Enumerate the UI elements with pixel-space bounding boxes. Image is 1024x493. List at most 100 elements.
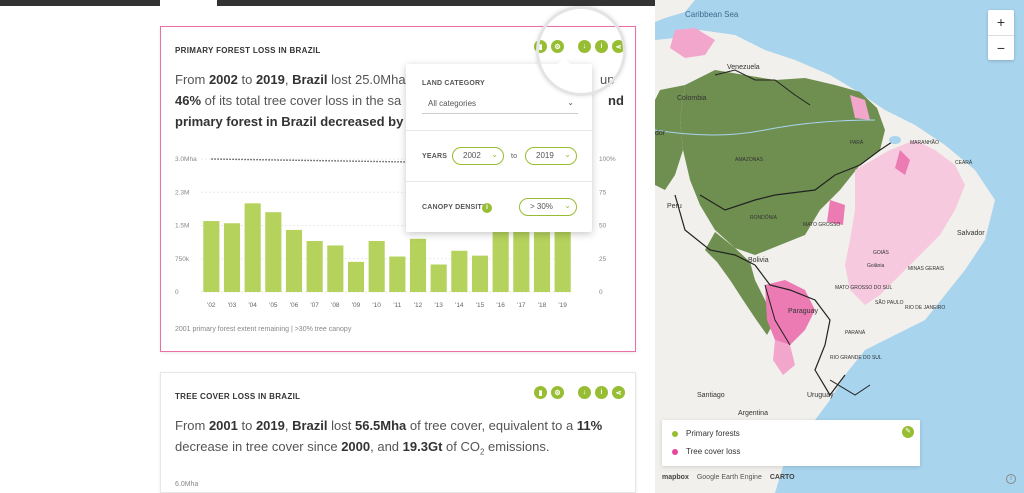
land-category-label: LAND CATEGORY (422, 80, 485, 87)
map-label-venezuela: Venezuela (727, 64, 760, 71)
years-to-label: to (511, 153, 518, 160)
map-label-bolivia: Bolivia (748, 257, 769, 264)
chart-bar[interactable] (554, 227, 571, 292)
widget-title: TREE COVER LOSS IN BRAZIL (175, 392, 301, 401)
map-label-argentina: Argentina (738, 410, 768, 417)
map-label-sao-paulo: SÃO PAULO (875, 300, 904, 306)
map-layer-icon[interactable]: ▮ (534, 386, 547, 399)
share-icon[interactable]: ⋖ (612, 386, 625, 399)
chevron-down-icon: ⌄ (491, 150, 498, 159)
chart-footnote: 2001 primary forest extent remaining | >… (175, 326, 352, 333)
map-label-rgs: RIO GRANDE DO SUL (830, 355, 882, 361)
map-label-rio: RIO DE JANEIRO (905, 305, 946, 311)
chart-bar[interactable] (533, 232, 551, 292)
map-label-maranhao: MARANHÃO (910, 140, 939, 146)
map-label-parana: PARANÁ (845, 330, 866, 336)
chart-bar[interactable] (265, 212, 282, 292)
x-tick-label: '13 (434, 302, 443, 309)
google-earth-engine-credit: Google Earth Engine (696, 474, 762, 481)
chevron-down-icon: ⌄ (564, 201, 571, 210)
widget-title: PRIMARY FOREST LOSS IN BRAZIL (175, 46, 321, 55)
mapbox-logo: mapbox (662, 474, 689, 481)
map-label-salvador: Salvador (957, 230, 985, 237)
map-label-uruguay: Uruguay (807, 392, 834, 399)
chevron-down-icon: ⌄ (564, 150, 571, 159)
map-label-caribbean: Caribbean Sea (685, 10, 739, 19)
map-legend: Primary forests Tree cover loss ✎ (662, 420, 920, 466)
top-nav-strip-left (0, 0, 160, 6)
map-info-icon[interactable]: i (1006, 474, 1016, 484)
x-tick-label: '16 (496, 302, 505, 309)
y-right-tick-label: 25 (599, 256, 607, 263)
map-label-mato-grosso: MATO GROSSO (803, 222, 841, 228)
y-right-tick-label: 50 (599, 223, 607, 230)
x-tick-label: '08 (331, 302, 340, 309)
legend-settings-icon[interactable]: ✎ (902, 426, 914, 438)
tree-cover-loss-widget: TREE COVER LOSS IN BRAZIL ▮ ⚙ ↓ i ⋖ From… (160, 372, 636, 493)
x-tick-label: '11 (393, 302, 401, 309)
map-label-goiania: Goiânia (867, 263, 885, 269)
y-left-tick-label: 3.0Mha (175, 156, 197, 163)
chart-bar[interactable] (430, 264, 447, 292)
year-from-select[interactable]: 2002 ⌄ (452, 147, 504, 165)
x-tick-label: '12 (414, 302, 423, 309)
y-left-tick-label: 1.5M (175, 223, 189, 230)
x-tick-label: '05 (269, 302, 278, 309)
canopy-info-icon[interactable]: i (482, 203, 492, 213)
map-label-colombia: Colombia (677, 95, 707, 102)
chart-bar[interactable] (203, 221, 220, 292)
top-nav-strip-right (217, 0, 655, 6)
info-icon[interactable]: i (595, 386, 608, 399)
carto-logo: CARTO (769, 474, 795, 481)
x-tick-label: '04 (248, 302, 257, 309)
x-tick-label: '07 (310, 302, 319, 309)
chart-bar[interactable] (389, 256, 406, 292)
canopy-density-select[interactable]: > 30% ⌄ (519, 198, 577, 216)
x-tick-label: '10 (372, 302, 381, 309)
legend-dot-icon (672, 448, 678, 455)
map-label-amazonas: AMAZONAS (735, 157, 764, 163)
x-tick-label: '19 (558, 302, 567, 309)
y-left-tick-label: 2.3M (175, 189, 189, 196)
zoom-out-button[interactable]: − (988, 35, 1014, 60)
x-tick-label: '15 (476, 302, 485, 309)
x-tick-label: '06 (290, 302, 299, 309)
y-axis-top-tick: 6.0Mha (175, 481, 199, 488)
chart-bar[interactable] (471, 255, 489, 292)
y-right-tick-label: 75 (599, 189, 607, 196)
map-label-mgs: MATO GROSSO DO SUL (835, 285, 893, 291)
chart-bar[interactable] (223, 223, 241, 292)
x-tick-label: '09 (352, 302, 361, 309)
canopy-density-label: CANOPY DENSITY (422, 204, 487, 211)
map-label-ecuador: dor (655, 130, 666, 137)
map-label-peru: Peru (667, 203, 682, 210)
zoom-in-button[interactable]: + (988, 10, 1014, 35)
chart-bar[interactable] (409, 238, 427, 292)
chart-bar[interactable] (451, 250, 468, 292)
chart-bar[interactable] (368, 241, 385, 292)
map-label-minas: MINAS GERAIS (908, 266, 945, 272)
map-label-santiago: Santiago (697, 392, 725, 399)
chart-bar[interactable] (347, 261, 365, 292)
map-label-rondonia: RONDÔNIA (750, 215, 777, 221)
legend-dot-icon (672, 430, 678, 437)
land-category-select[interactable]: All categories ⌄ (422, 94, 578, 114)
magnifier-highlight (536, 6, 626, 96)
chart-bar[interactable] (285, 229, 303, 292)
chart-bar[interactable] (306, 241, 323, 292)
chart-bar[interactable] (327, 245, 344, 292)
map-panel[interactable]: Caribbean Sea Venezuela Colombia dor Per… (655, 0, 1024, 493)
y-left-tick-label: 0 (175, 289, 179, 296)
x-tick-label: '03 (228, 302, 237, 309)
chart-bar[interactable] (244, 203, 261, 292)
y-right-tick-label: 100% (599, 156, 616, 163)
download-icon[interactable]: ↓ (578, 386, 591, 399)
map-label-ceara: CEARÁ (955, 160, 973, 166)
x-tick-label: '02 (207, 302, 216, 309)
legend-item-primary-forests: Primary forests (672, 429, 740, 438)
chevron-down-icon: ⌄ (567, 98, 574, 107)
year-to-select[interactable]: 2019 ⌄ (525, 147, 577, 165)
settings-gear-icon[interactable]: ⚙ (551, 386, 564, 399)
map-label-para: PARÁ (850, 140, 864, 146)
map-label-paraguay: Paraguay (788, 308, 818, 315)
